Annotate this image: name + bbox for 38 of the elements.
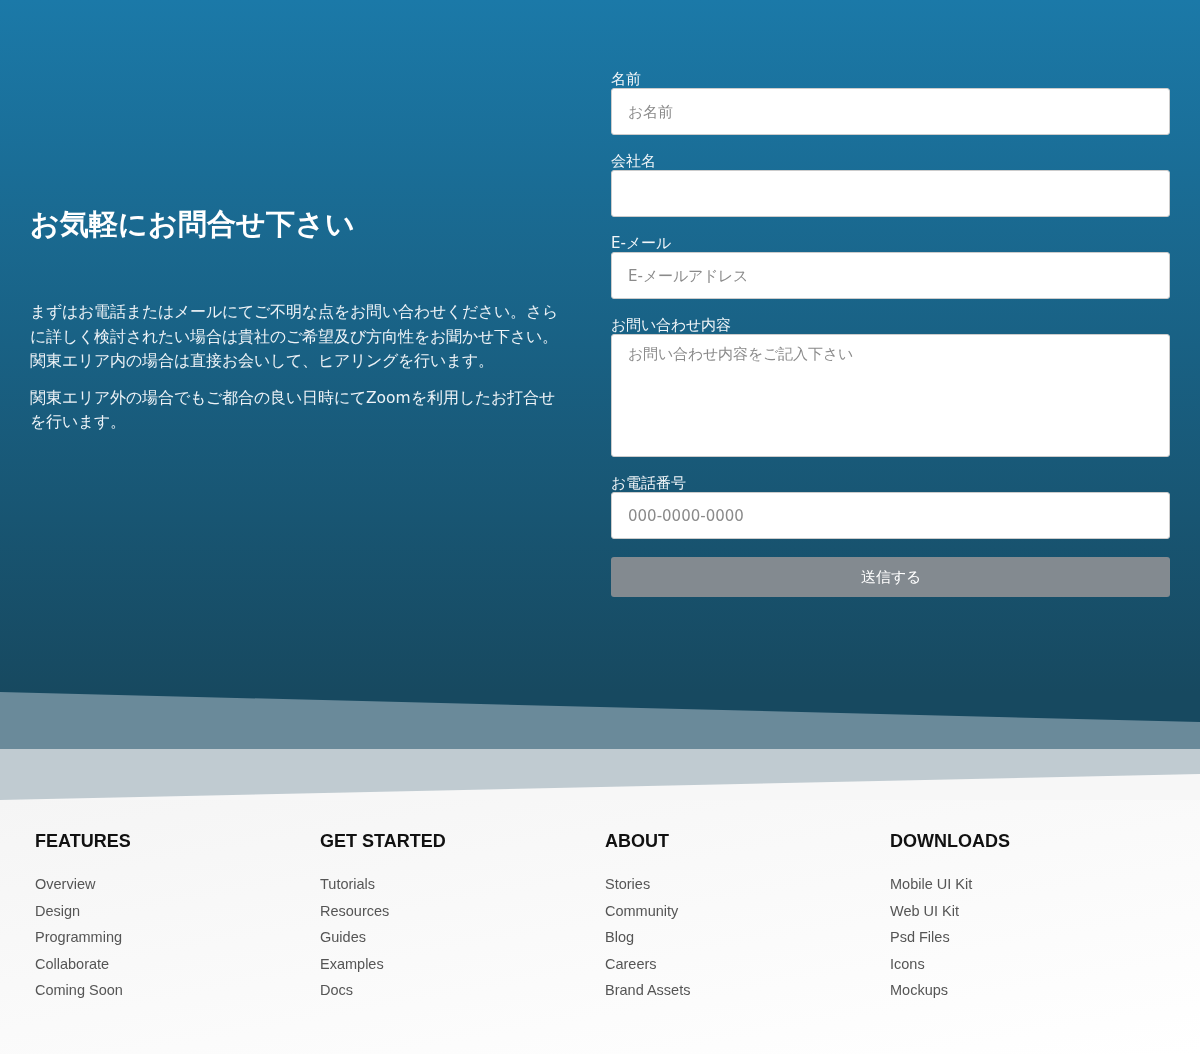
footer-heading: GET STARTED [320, 830, 447, 852]
footer-heading: ABOUT [605, 830, 670, 852]
footer-link[interactable]: Tutorials [320, 871, 376, 898]
footer-link[interactable]: Guides [320, 924, 366, 951]
footer-link[interactable]: Mockups [890, 977, 949, 1004]
field-label: お電話番号 [611, 474, 687, 492]
field-label: お問い合わせ内容 [611, 316, 732, 334]
footer-link[interactable]: Psd Files [890, 924, 950, 951]
footer-link[interactable]: Design [35, 897, 81, 924]
footer-heading: FEATURES [35, 830, 132, 852]
footer-link[interactable]: Web UI Kit [890, 897, 960, 924]
field-label: 会社名 [611, 152, 657, 170]
footer-link[interactable]: Mobile UI Kit [890, 871, 973, 898]
footer-link[interactable]: Coming Soon [35, 977, 123, 1004]
submit-button[interactable]: 送信する [611, 557, 1170, 597]
footer-link[interactable]: Brand Assets [605, 977, 691, 1004]
footer-link[interactable]: Stories [605, 871, 651, 898]
field-label: 名前 [611, 70, 642, 88]
message-field[interactable]: お問い合わせ内容をご記入下さい [611, 334, 1170, 457]
input-field[interactable]: お名前 [611, 88, 1170, 135]
input-field[interactable]: E-メールアドレス [611, 252, 1170, 299]
footer-link[interactable]: Icons [890, 950, 925, 977]
input-field[interactable] [611, 170, 1170, 217]
intro-paragraph: まずはお電話またはメールにてご不明な点をお問い合わせください。さらに詳しく検討されたい場合は貴社のご希望及び方向性をお聞かせ下さい。関東エリア内の場合は直接お会いして、ヒアリングを行います。 [30, 302, 559, 372]
footer-link[interactable]: Overview [35, 871, 96, 898]
footer-link[interactable]: Docs [320, 977, 354, 1004]
footer-link[interactable]: Community [605, 897, 679, 924]
footer-link[interactable]: Resources [320, 897, 390, 924]
input-field[interactable]: 000-0000-0000 [611, 492, 1170, 539]
footer-link[interactable]: Collaborate [35, 950, 110, 977]
footer-link[interactable]: Examples [320, 950, 384, 977]
footer-link[interactable]: Careers [605, 950, 657, 977]
intro-paragraph: 関東エリア外の場合でもご都合の良い日時にてZoomを利用したお打合せを行います。 [30, 387, 556, 433]
footer-link[interactable]: Programming [35, 924, 123, 951]
contact-heading: お気軽にお問合せ下さい [30, 206, 356, 243]
field-label: E-メール [611, 234, 672, 252]
footer-heading: DOWNLOADS [890, 830, 1011, 852]
footer-link[interactable]: Blog [605, 924, 635, 951]
